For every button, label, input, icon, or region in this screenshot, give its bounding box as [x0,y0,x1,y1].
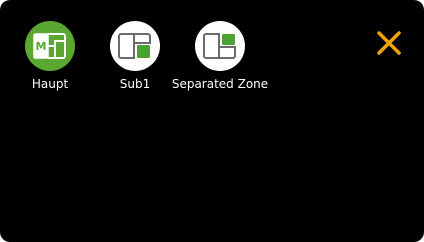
close-button[interactable] [376,30,402,56]
zone-label-separated-zone: Separated Zone [171,77,269,91]
close-icon [377,31,401,55]
main-zone-icon: M [33,33,66,59]
main-zone-badge: M [36,40,47,53]
zone-item-separated-zone[interactable]: Separated Zone [170,21,270,91]
zone-button-haupt[interactable]: M [25,21,75,71]
zone-button-separated-zone[interactable] [195,21,245,71]
zone-selection-screen: M Haupt Sub1 Separated Zone [0,0,424,242]
zone-label-sub1: Sub1 [119,77,151,91]
zone-item-haupt[interactable]: M Haupt [25,21,75,91]
separated-zone-icon [203,33,236,59]
zone-label-haupt: Haupt [31,77,69,91]
zone-button-sub1[interactable] [110,21,160,71]
zone-item-sub1[interactable]: Sub1 [110,21,160,91]
sub-zone-icon [118,33,151,59]
